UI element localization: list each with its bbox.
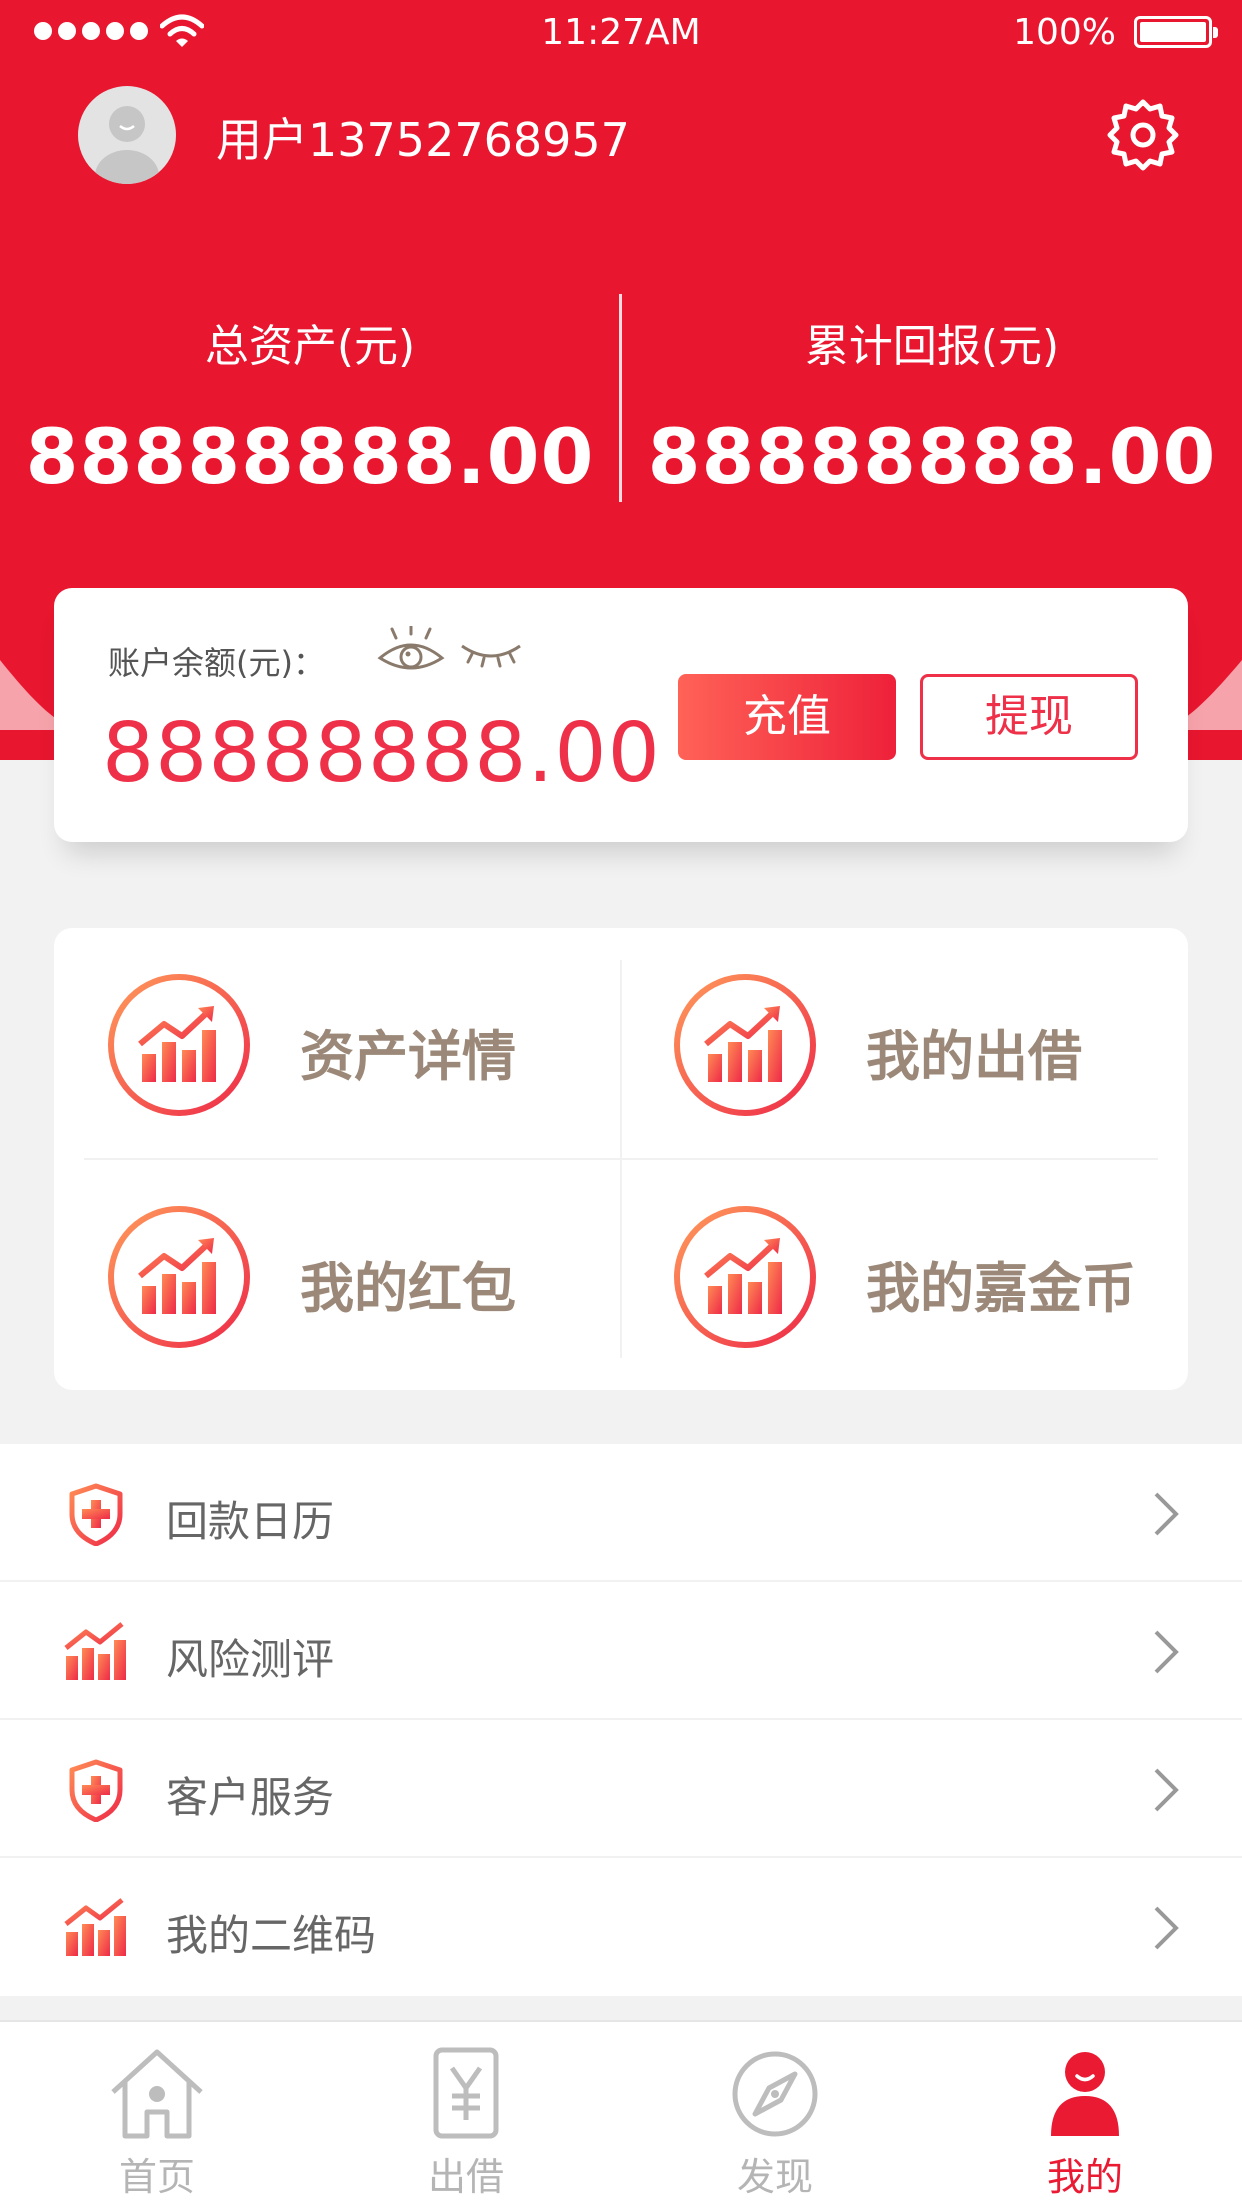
- grid-item-red-packet[interactable]: 我的红包: [54, 1160, 620, 1390]
- withdraw-button[interactable]: 提现: [920, 674, 1138, 760]
- menu-item-payment-calendar[interactable]: 回款日历: [0, 1444, 1242, 1582]
- grid-item-gold-coins[interactable]: 我的嘉金币: [620, 1160, 1186, 1390]
- chart-up-icon: [108, 1206, 250, 1348]
- tab-label: 发现: [736, 2155, 813, 2199]
- grid-item-label: 资产详情: [300, 1025, 516, 1088]
- menu-item-label: 风险测评: [166, 1635, 335, 1684]
- home-icon: [111, 2049, 203, 2139]
- chart-up-icon: [674, 974, 816, 1116]
- battery-icon: [1134, 16, 1218, 48]
- cumulative-return-label: 累计回报(元): [804, 321, 1060, 372]
- menu-list: 回款日历 风险测评 客户服务 我的二维码: [0, 1444, 1242, 1996]
- user-icon: [1051, 2052, 1119, 2136]
- compass-icon: [732, 2051, 818, 2137]
- menu-item-customer-service[interactable]: 客户服务: [0, 1720, 1242, 1858]
- eye-closed-icon[interactable]: [458, 640, 524, 668]
- chevron-right-icon: [1154, 1768, 1179, 1812]
- tab-discover[interactable]: 发现: [620, 2022, 930, 2208]
- asset-totals: 总资产(元) 88888888.00 累计回报(元) 88888888.00: [0, 290, 1242, 510]
- menu-item-label: 我的二维码: [166, 1911, 377, 1960]
- tab-label: 出借: [427, 2155, 504, 2199]
- menu-item-qr-code[interactable]: 我的二维码: [0, 1858, 1242, 1996]
- tab-mine[interactable]: 我的: [930, 2022, 1240, 2208]
- chart-up-icon: [64, 1622, 126, 1680]
- tab-lending[interactable]: 出借: [311, 2022, 621, 2208]
- total-assets: 总资产(元) 88888888.00: [0, 310, 620, 501]
- chevron-right-icon: [1154, 1630, 1179, 1674]
- chart-up-icon: [64, 1898, 126, 1956]
- chevron-right-icon: [1154, 1492, 1179, 1536]
- grid-item-label: 我的红包: [300, 1257, 516, 1320]
- shield-plus-icon: [69, 1759, 123, 1822]
- grid-item-my-lending[interactable]: 我的出借: [620, 928, 1186, 1158]
- chart-up-icon: [674, 1206, 816, 1348]
- balance-card: 账户余额(元)： 88888888.00 充值 提现: [54, 588, 1188, 842]
- avatar[interactable]: [78, 86, 176, 184]
- chevron-right-icon: [1154, 1906, 1179, 1950]
- settings-gear-icon[interactable]: [1104, 96, 1182, 174]
- battery-percentage: 100%: [1013, 12, 1116, 53]
- grid-item-asset-details[interactable]: 资产详情: [54, 928, 620, 1158]
- grid-item-label: 我的出借: [866, 1025, 1082, 1088]
- total-assets-label: 总资产(元): [204, 321, 416, 372]
- menu-item-label: 客户服务: [166, 1773, 335, 1822]
- tab-home[interactable]: 首页: [2, 2022, 312, 2208]
- recharge-button[interactable]: 充值: [678, 674, 896, 760]
- cumulative-return: 累计回报(元) 88888888.00: [622, 310, 1242, 501]
- eye-open-icon[interactable]: [376, 626, 446, 678]
- yen-doc-icon: [433, 2047, 499, 2139]
- cumulative-return-value: 88888888.00: [647, 412, 1217, 501]
- chart-up-icon: [108, 974, 250, 1116]
- balance-value: 88888888.00: [102, 706, 661, 801]
- menu-item-risk-assessment[interactable]: 风险测评: [0, 1582, 1242, 1720]
- tab-bar: 首页 出借 发现 我的: [0, 2020, 1242, 2208]
- menu-item-label: 回款日历: [166, 1497, 335, 1546]
- avatar-person-icon: [95, 106, 159, 184]
- tab-label: 我的: [1046, 2155, 1123, 2199]
- status-bar: 11:27AM 100%: [0, 0, 1242, 66]
- total-assets-value: 88888888.00: [25, 412, 595, 501]
- shield-plus-icon: [69, 1483, 123, 1546]
- feature-grid: 资产详情 我的出借 我的红包 我的嘉金币: [54, 928, 1188, 1390]
- username: 用户13752768957: [216, 113, 630, 167]
- tab-label: 首页: [118, 2155, 195, 2199]
- grid-item-label: 我的嘉金币: [866, 1257, 1136, 1320]
- balance-label: 账户余额(元)：: [108, 644, 325, 682]
